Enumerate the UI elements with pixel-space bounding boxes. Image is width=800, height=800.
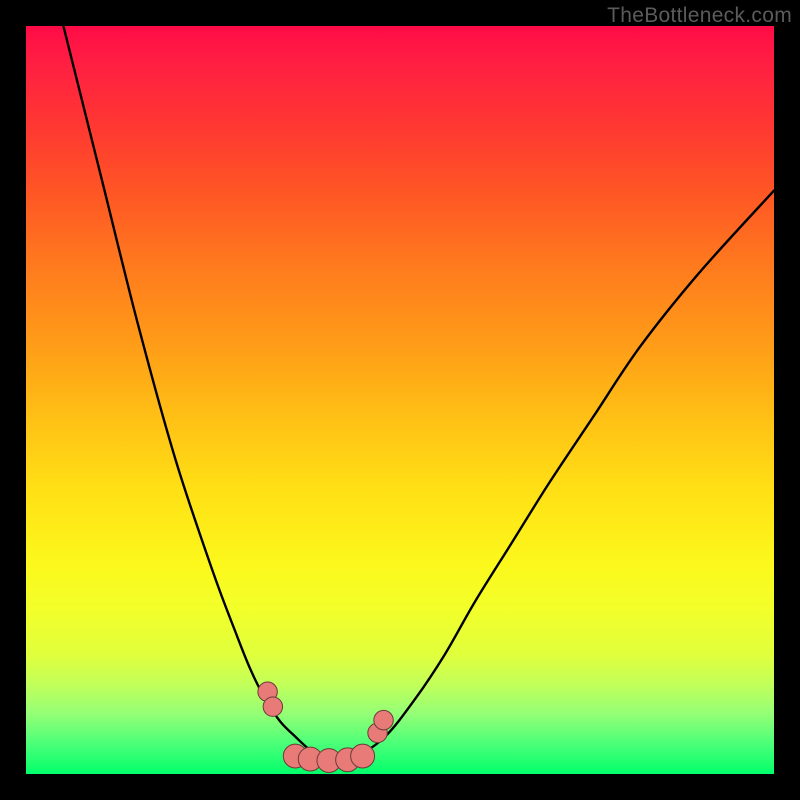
marker-floor-right bbox=[351, 744, 375, 768]
curve-layer bbox=[26, 26, 774, 774]
marker-layer bbox=[258, 682, 393, 773]
marker-right-upper bbox=[374, 710, 393, 729]
v-curve-path bbox=[63, 26, 774, 761]
plot-area bbox=[26, 26, 774, 774]
marker-left-lower bbox=[263, 697, 282, 716]
outer-frame: TheBottleneck.com bbox=[0, 0, 800, 800]
bottleneck-curve bbox=[63, 26, 774, 761]
watermark-text: TheBottleneck.com bbox=[607, 4, 792, 28]
